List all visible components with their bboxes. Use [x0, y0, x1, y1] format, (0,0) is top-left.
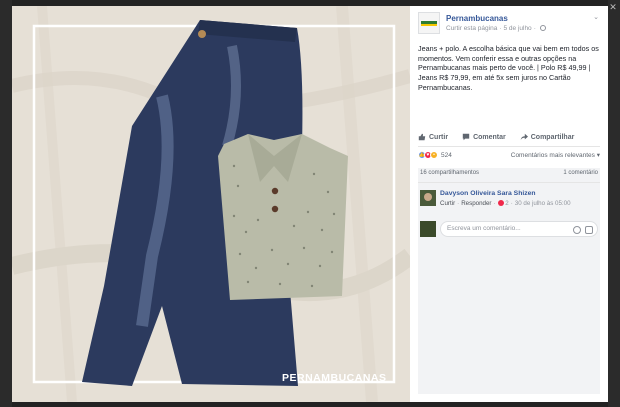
photo-viewer[interactable]: PERNAMBUCANAS [12, 6, 410, 402]
reaction-icons[interactable]: 👍 ♥ • 524 [418, 151, 452, 159]
comment-date[interactable]: 30 de julho às 05:00 [515, 200, 571, 207]
comment-item: Davyson Oliveira Sara Shizen Curtir · Resp… [420, 190, 598, 212]
shares-count[interactable]: 16 compartilhamentos [420, 170, 479, 182]
like-button[interactable]: Curtir [418, 133, 448, 141]
close-icon[interactable]: ✕ [608, 2, 618, 12]
divider [418, 146, 600, 147]
reaction-count[interactable]: 524 [441, 152, 452, 159]
comment-like-link[interactable]: Curtir [440, 200, 455, 207]
post-meta: Curtir esta página · 5 de julho · [446, 25, 546, 32]
commenter-avatar[interactable] [420, 190, 436, 206]
comment-label: Comentar [473, 133, 506, 141]
thumbs-up-icon [418, 133, 426, 141]
post-date[interactable]: 5 de julho [503, 25, 531, 32]
write-comment-row: Escreva um comentário... [420, 220, 598, 238]
comments-section: 16 compartilhamentos 1 comentário Davyso… [418, 168, 600, 394]
post-body-text: Jeans + polo. A escolha básica que vai b… [418, 44, 599, 92]
wow-reaction-icon: • [430, 151, 438, 159]
post-header: Pernambucanas Curtir esta página · 5 de ju… [418, 12, 600, 40]
user-avatar [420, 221, 436, 237]
share-button[interactable]: Compartilhar [520, 133, 575, 141]
share-label: Compartilhar [530, 133, 575, 141]
comment-reply-link[interactable]: Responder [461, 200, 491, 207]
comment-input[interactable]: Escreva um comentário... [440, 221, 598, 237]
page-avatar[interactable] [418, 12, 440, 34]
globe-icon [539, 25, 546, 31]
camera-icon[interactable] [585, 226, 593, 234]
comment-like-count[interactable]: 2 [505, 200, 508, 207]
reactions-summary: 👍 ♥ • 524 Comentários mais relevantes ▾ [418, 149, 600, 161]
heart-icon [497, 200, 504, 206]
sticker-icon[interactable] [573, 226, 581, 234]
comment-placeholder: Escreva um comentário... [447, 225, 521, 232]
product-photo [12, 6, 410, 402]
divider [418, 182, 600, 183]
share-count-row: 16 compartilhamentos 1 comentário [418, 170, 600, 182]
comment-button[interactable]: Comentar [462, 133, 506, 141]
chevron-down-icon[interactable]: ⌄ [592, 14, 600, 22]
post-actions: Curtir Comentar Compartilhar [418, 130, 600, 144]
comment-sort-dropdown[interactable]: Comentários mais relevantes ▾ [511, 151, 600, 159]
page-name-link[interactable]: Pernambucanas [446, 14, 508, 23]
comment-meta: Curtir · Responder · 2 · 30 de julho às 05:00 [440, 200, 571, 207]
post-panel: Pernambucanas Curtir esta página · 5 de ju… [410, 6, 608, 402]
share-arrow-icon [520, 133, 528, 141]
pernambucanas-watermark: PERNAMBUCANAS [282, 372, 387, 384]
speech-bubble-icon [462, 133, 470, 141]
like-label: Curtir [429, 133, 449, 141]
comment-author[interactable]: Davyson Oliveira Sara Shizen [440, 190, 536, 197]
like-page-link[interactable]: Curtir esta página [446, 25, 497, 32]
comments-count[interactable]: 1 comentário [563, 170, 598, 182]
